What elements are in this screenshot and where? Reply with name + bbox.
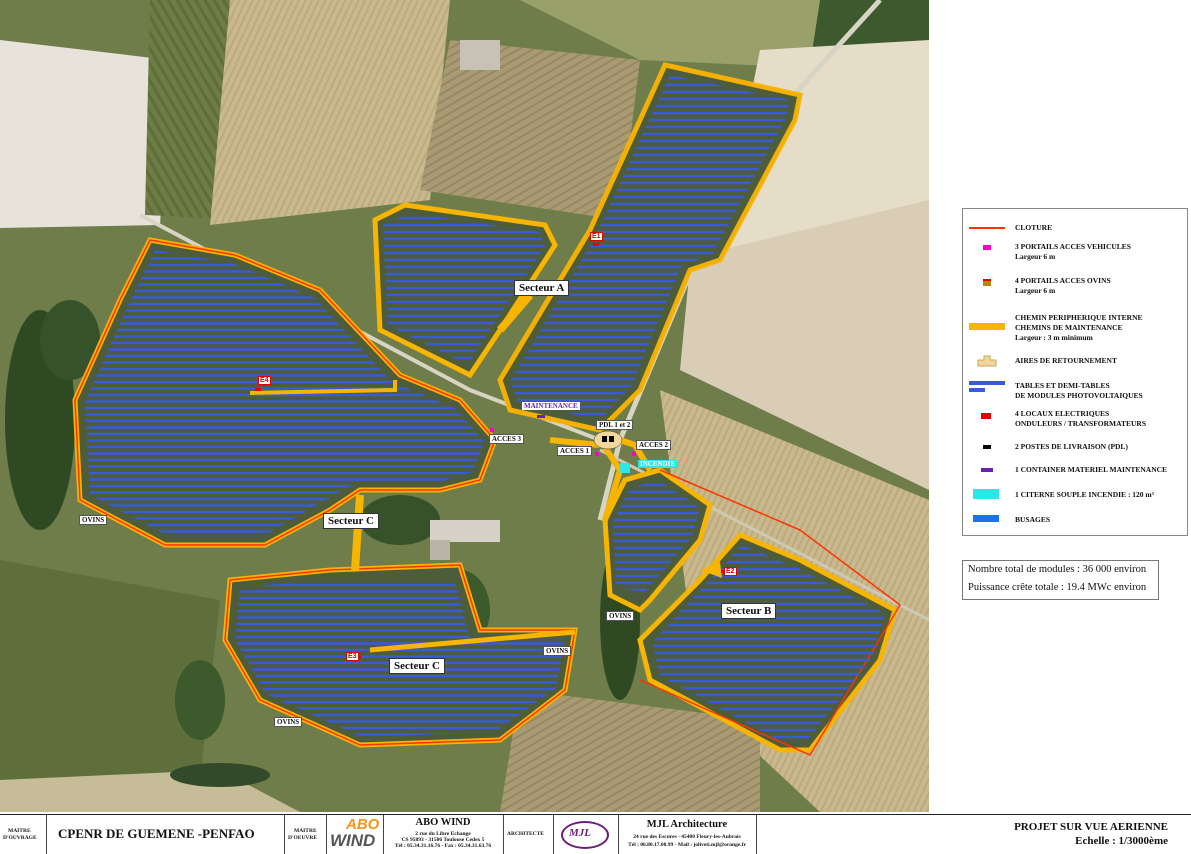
electrical-e2-label: E2 (724, 567, 737, 576)
maintenance-label: MAINTENANCE (522, 402, 580, 410)
builder-label-line1: MAITRE (294, 828, 317, 834)
legend-sheep-gates-text: 4 PORTAILS ACCES OVINS (1015, 276, 1111, 285)
electrical-e3-label: E3 (346, 652, 359, 661)
legend-culvert-text: BUSAGES (1015, 515, 1051, 524)
sector-c-label-north: Secteur C (323, 513, 379, 529)
legend-vehicle-gates-text: 3 PORTAILS ACCES VEHICULES (1015, 242, 1131, 251)
title-block: MAITRE D'OUVRAGE CPENR DE GUEMENE -PENFA… (0, 814, 1191, 854)
abo-logo: ABO WIND (326, 815, 384, 854)
abo-phone: Tél : 05.34.31.16.76 - Fax : 05.34.31.63… (394, 843, 492, 849)
builder-label-cell: MAITRE D'OEUVRE (284, 815, 327, 854)
sector-b-label: Secteur B (721, 603, 777, 619)
access-3-label: ACCES 3 (489, 434, 524, 444)
project-name: CPENR DE GUEMENE -PENFAO (58, 826, 255, 841)
abo-logo-bottom: WIND (330, 831, 376, 850)
aerial-map: Secteur A Secteur B Secteur C Secteur C … (0, 0, 929, 812)
mjl-logo: MJL (553, 815, 619, 854)
culvert-icon (973, 515, 999, 522)
ovins-label-east: OVINS (606, 611, 635, 621)
electrical-e4-label: E4 (258, 376, 271, 385)
mjl-address: 24 rue des Escures - 45400 Fleury-les-Au… (633, 834, 741, 840)
builder-label-line2: D'OEUVRE (288, 835, 318, 841)
turnaround-icon (977, 355, 997, 369)
ovins-label-southwest: OVINS (274, 717, 303, 727)
maintenance-path-icon (969, 323, 1005, 330)
mjl-contact-cell: MJL Architecture 24 rue des Escures - 45… (618, 815, 757, 854)
abo-contact-cell: ABO WIND 2 rue du Libre Echange CS 95893… (383, 815, 504, 854)
legend-electrical-text-2: ONDULEURS / TRANSFORMATEURS (1015, 419, 1146, 428)
drawing-scale: Echelle : 1/3000ème (1075, 835, 1168, 847)
owner-label-cell: MAITRE D'OUVRAGE (0, 815, 47, 854)
pdl-label: PDL 1 et 2 (596, 420, 634, 430)
module-count: Nombre total de modules : 36 000 environ (968, 564, 1147, 575)
legend-turnaround-text: AIRES DE RETOURNEMENT (1015, 356, 1117, 365)
delivery-station-icon (983, 445, 991, 449)
legend-pdl-text: 2 POSTES DE LIVRAISON (PDL) (1015, 442, 1128, 451)
mjl-logo-text: MJL (569, 827, 591, 839)
container-icon (981, 468, 993, 472)
abo-name: ABO WIND (415, 817, 471, 828)
electrical-room-icon (981, 413, 991, 419)
project-stats: Nombre total de modules : 36 000 environ… (962, 560, 1159, 600)
legend-container-text: 1 CONTAINER MATERIEL MAINTENANCE (1015, 465, 1168, 474)
fence-line-icon (969, 227, 1005, 229)
vehicle-gate-icon (983, 245, 991, 250)
drawing-title-cell: PROJET SUR VUE AERIENNE Echelle : 1/3000… (756, 815, 1186, 854)
ovins-label-west: OVINS (79, 515, 108, 525)
legend-electrical-text-1: 4 LOCAUX ELECTRIQUES (1015, 409, 1110, 418)
legend-vehicle-gates-width: Largeur 6 m (1015, 252, 1056, 261)
owner-label-line1: MAITRE (8, 828, 31, 834)
sector-a-label: Secteur A (514, 280, 570, 296)
architect-label: ARCHITECTE (507, 831, 544, 837)
legend-fence-text: CLOTURE (1015, 223, 1053, 232)
owner-label-line2: D'OUVRAGE (3, 835, 37, 841)
ovins-label-south: OVINS (543, 646, 572, 656)
drawing-title: PROJET SUR VUE AERIENNE (1014, 821, 1168, 833)
site-plan-svg (0, 0, 929, 812)
legend: CLOTURE 3 PORTAILS ACCES VEHICULES Large… (962, 208, 1188, 536)
mjl-name: MJL Architecture (646, 819, 728, 830)
architect-label-cell: ARCHITECTE (503, 815, 554, 854)
mjl-phone: Tél : 06.80.17.08.99 - Mail : joliveti.m… (628, 842, 746, 848)
water-tank-icon (973, 489, 999, 499)
legend-paths-width: Largeur : 3 m minimum (1015, 333, 1093, 342)
incendie-label: INCENDIE (638, 460, 678, 468)
pv-tables-icon (969, 381, 1005, 392)
project-name-cell: CPENR DE GUEMENE -PENFAO (46, 815, 285, 854)
access-2-label: ACCES 2 (636, 440, 671, 450)
sheep-gate-icon (983, 279, 991, 286)
legend-pv-text-2: DE MODULES PHOTOVOLTAIQUES (1015, 391, 1143, 400)
legend-paths-text-1: CHEMIN PERIPHERIQUE INTERNE (1015, 313, 1143, 322)
legend-water-tank-text: 1 CITERNE SOUPLE INCENDIE : 120 m³ (1015, 490, 1154, 499)
access-1-label: ACCES 1 (557, 446, 592, 456)
legend-pv-text-1: TABLES ET DEMI-TABLES (1015, 381, 1110, 390)
legend-sheep-gates-width: Largeur 6 m (1015, 286, 1056, 295)
sector-c-label-south: Secteur C (389, 658, 445, 674)
legend-paths-text-2: CHEMINS DE MAINTENANCE (1015, 323, 1123, 332)
electrical-e1-label: E1 (590, 232, 603, 241)
peak-power: Puissance crête totale : 19.4 MWc enviro… (968, 582, 1147, 593)
